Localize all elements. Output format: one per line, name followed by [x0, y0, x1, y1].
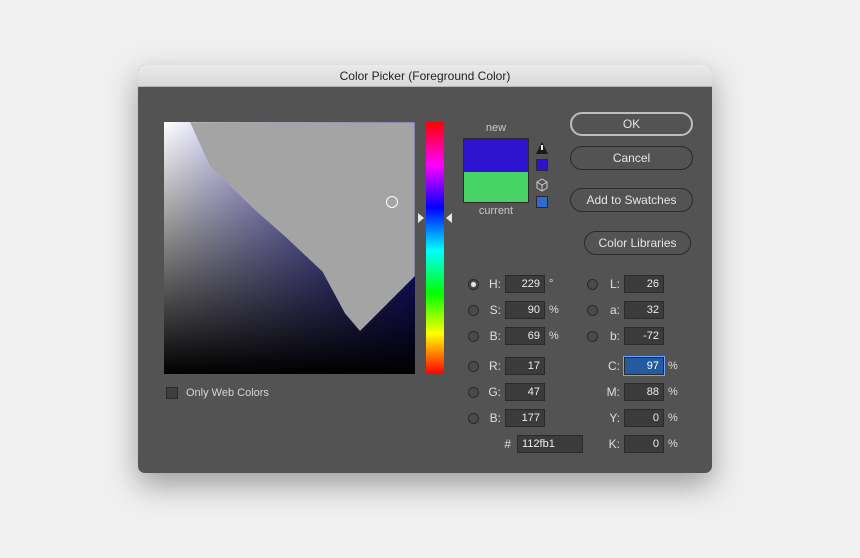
only-web-colors-label: Only Web Colors: [186, 387, 269, 399]
color-preview: [463, 138, 529, 203]
hex-label: #: [504, 437, 511, 451]
green-input[interactable]: 47: [505, 383, 545, 401]
color-libraries-button[interactable]: Color Libraries: [584, 231, 691, 255]
l-label: L:: [602, 277, 620, 291]
green-radio[interactable]: [468, 387, 479, 398]
l-input[interactable]: 26: [624, 275, 664, 293]
saturation-input[interactable]: 90: [505, 301, 545, 319]
hue-input[interactable]: 229: [505, 275, 545, 293]
yellow-label: Y:: [602, 411, 620, 425]
magenta-label: M:: [602, 385, 620, 399]
hue-radio[interactable]: [468, 279, 479, 290]
l-radio[interactable]: [587, 279, 598, 290]
add-to-swatches-button[interactable]: Add to Swatches: [570, 188, 693, 212]
a-radio[interactable]: [587, 305, 598, 316]
blue-radio[interactable]: [468, 413, 479, 424]
saturation-label: S:: [483, 303, 501, 317]
saturation-radio[interactable]: [468, 305, 479, 316]
websafe-warning-swatch[interactable]: [536, 196, 548, 208]
color-value-rows: H: 229 ° L: 26 S: 90 %: [468, 271, 698, 457]
yellow-input[interactable]: 0: [624, 409, 664, 427]
b-input[interactable]: -72: [624, 327, 664, 345]
color-picker-dialog: Color Picker (Foreground Color) new curr…: [138, 65, 712, 473]
brightness-input[interactable]: 69: [505, 327, 545, 345]
blue-label: B:: [483, 411, 501, 425]
red-input[interactable]: 17: [505, 357, 545, 375]
red-radio[interactable]: [468, 361, 479, 372]
cyan-input[interactable]: 97: [624, 357, 664, 375]
websafe-warning-icon[interactable]: [535, 178, 549, 192]
hue-label: H:: [483, 277, 501, 291]
a-label: a:: [602, 303, 620, 317]
gamut-warning-swatch[interactable]: [536, 159, 548, 171]
new-color-label: new: [463, 122, 529, 134]
gamut-warning-icon[interactable]: [536, 142, 548, 154]
sb-cursor[interactable]: [386, 196, 398, 208]
green-label: G:: [483, 385, 501, 399]
cancel-button[interactable]: Cancel: [570, 146, 693, 170]
b-radio[interactable]: [587, 331, 598, 342]
black-input[interactable]: 0: [624, 435, 664, 453]
saturation-brightness-field[interactable]: [164, 122, 415, 374]
red-label: R:: [483, 359, 501, 373]
hex-input[interactable]: 112fb1: [517, 435, 583, 453]
black-label: K:: [602, 437, 620, 451]
degree-suffix: °: [549, 278, 563, 290]
brightness-radio[interactable]: [468, 331, 479, 342]
a-input[interactable]: 32: [624, 301, 664, 319]
hue-slider[interactable]: [426, 122, 444, 374]
current-color-label: current: [463, 205, 529, 217]
window-title: Color Picker (Foreground Color): [340, 69, 511, 83]
titlebar[interactable]: Color Picker (Foreground Color): [138, 65, 712, 87]
magenta-input[interactable]: 88: [624, 383, 664, 401]
blue-input[interactable]: 177: [505, 409, 545, 427]
only-web-colors-row[interactable]: Only Web Colors: [166, 387, 269, 399]
brightness-label: B:: [483, 329, 501, 343]
only-web-colors-checkbox[interactable]: [166, 387, 178, 399]
dialog-body: new current OK Cancel Add to Swatches Co…: [138, 87, 712, 473]
ok-button[interactable]: OK: [570, 112, 693, 136]
current-color-swatch[interactable]: [464, 172, 528, 203]
b-label: b:: [602, 329, 620, 343]
new-color-swatch: [464, 139, 528, 172]
cyan-label: C:: [602, 359, 620, 373]
